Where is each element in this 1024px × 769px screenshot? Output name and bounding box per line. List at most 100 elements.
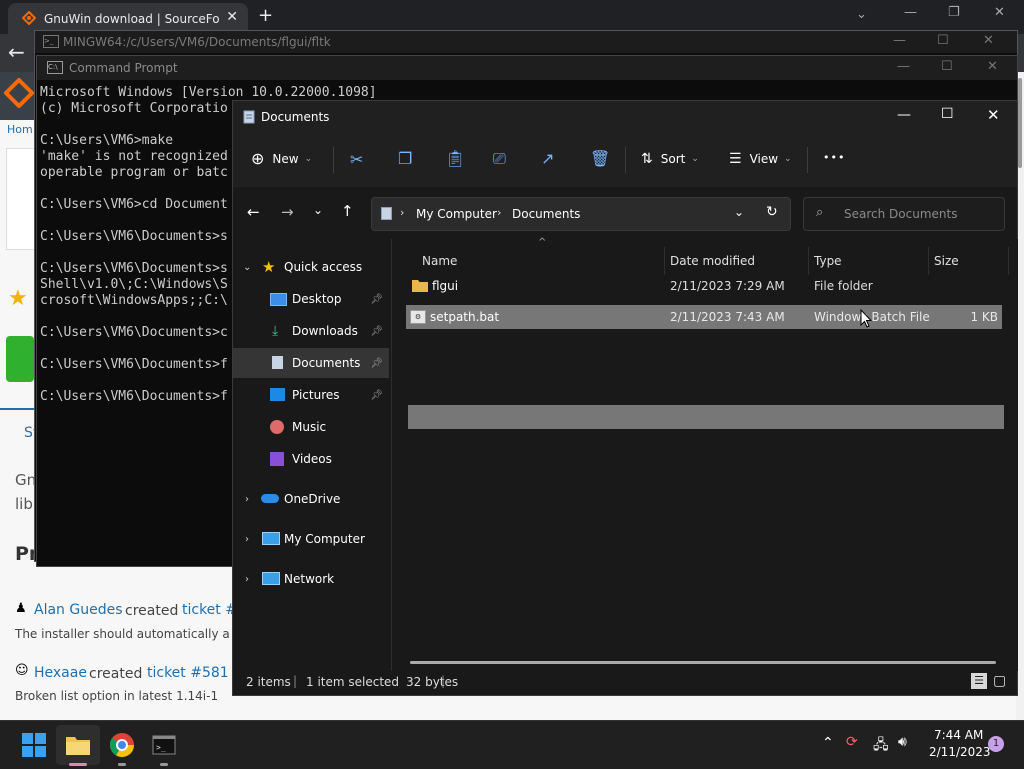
nav-back-icon[interactable]: ← <box>247 203 260 221</box>
address-dropdown-icon[interactable]: ⌄ <box>734 205 744 219</box>
expand-chevron-icon[interactable]: › <box>245 534 249 545</box>
explorer-title-bar[interactable]: Documents — ☐ ✕ <box>233 101 1017 133</box>
ticket-link-1[interactable]: ticket # <box>182 602 237 618</box>
explorer-close-icon[interactable]: ✕ <box>987 106 1000 124</box>
ticket-link-2[interactable]: ticket #581 <box>147 665 229 681</box>
nav-onedrive[interactable]: › OneDrive <box>233 484 389 514</box>
new-button[interactable]: ⊕ New ⌄ <box>251 149 312 168</box>
terminal-icon[interactable]: >_ <box>150 731 178 759</box>
browser-tab-search-icon[interactable]: ⌄ <box>856 7 867 22</box>
column-label: Type <box>814 254 842 268</box>
column-label: Size <box>934 254 959 268</box>
nav-up-icon[interactable]: ↑ <box>341 202 354 220</box>
status-separator: | <box>293 674 298 688</box>
windows-start-icon[interactable] <box>20 731 48 759</box>
user-avatar-icon: ♟ <box>15 601 27 616</box>
notification-badge[interactable]: 1 <box>988 736 1004 752</box>
horizontal-scrollbar[interactable] <box>410 661 996 664</box>
expand-chevron-icon[interactable]: › <box>245 494 249 505</box>
share-icon[interactable]: ↗ <box>541 149 554 168</box>
breadcrumb-home[interactable]: Hom <box>7 123 33 136</box>
nav-my-computer[interactable]: › My Computer <box>233 524 389 554</box>
refresh-icon[interactable]: ↻ <box>766 204 778 220</box>
download-button[interactable] <box>6 336 34 382</box>
explorer-maximize-icon[interactable]: ☐ <box>941 106 954 122</box>
pin-icon: 📌︎ <box>370 357 383 369</box>
toolbar-separator <box>333 147 334 173</box>
nav-videos[interactable]: Videos <box>233 444 389 474</box>
sourceforge-logo-icon <box>4 78 34 108</box>
nav-quick-access[interactable]: ⌄ ★ Quick access <box>233 252 389 282</box>
cmd-minimize-icon[interactable]: — <box>897 59 910 74</box>
page-scrollbar-thumb[interactable] <box>1018 78 1022 168</box>
details-view-icon[interactable]: ☰ <box>971 673 987 689</box>
nav-forward-icon[interactable]: → <box>281 203 294 221</box>
cmd-title-bar[interactable]: C:\ Command Prompt — ☐ ✕ <box>37 56 1017 80</box>
breadcrumb-documents[interactable]: Documents <box>512 207 580 221</box>
show-hidden-icons-icon[interactable]: ⌃ <box>822 735 834 751</box>
browser-restore-icon[interactable]: ❐ <box>948 5 960 20</box>
nav-documents[interactable]: Documents 📌︎ <box>233 348 389 378</box>
user-link-1[interactable]: Alan Guedes <box>34 602 123 618</box>
search-box[interactable]: ⌕ Search Documents <box>803 197 1005 231</box>
videos-icon <box>270 452 284 466</box>
mingw-minimize-icon[interactable]: — <box>893 33 906 48</box>
volume-icon[interactable]: 🔊︎ <box>898 734 907 750</box>
back-arrow-icon[interactable]: ← <box>8 40 25 64</box>
view-button[interactable]: ☰ View ⌄ <box>729 151 792 167</box>
column-header-name[interactable]: Name <box>422 247 665 275</box>
recent-locations-icon[interactable]: ⌄ <box>313 203 323 217</box>
nav-network[interactable]: › Network <box>233 564 389 594</box>
file-list: ^ Name Date modified Type Size flgui 2/1… <box>391 237 1018 671</box>
delete-icon[interactable]: 🗑︎ <box>590 149 610 168</box>
sort-button[interactable]: ⇅ Sort ⌄ <box>641 151 699 167</box>
file-row-flgui[interactable]: flgui 2/11/2023 7:29 AM File folder <box>408 274 1004 298</box>
sync-alert-icon[interactable]: ⟳ <box>846 734 858 750</box>
nav-music[interactable]: Music <box>233 412 389 442</box>
tab-close-icon[interactable]: ✕ <box>226 9 238 25</box>
cut-icon[interactable]: ✂ <box>350 150 363 169</box>
running-indicator <box>160 763 168 766</box>
chevron-down-icon: ⌄ <box>304 153 313 164</box>
breadcrumb-chevron-icon: › <box>400 206 405 219</box>
column-header-date[interactable]: Date modified <box>670 247 809 275</box>
tiles-view-icon[interactable]: ▢ <box>993 673 1006 689</box>
file-explorer-icon[interactable] <box>64 731 92 759</box>
file-row-setpath-bat[interactable]: ⚙ setpath.bat 2/11/2023 7:43 AM Windows … <box>406 305 1002 329</box>
address-bar[interactable]: › My Computer › Documents ⌄ ↻ <box>371 197 791 231</box>
explorer-minimize-icon[interactable]: — <box>897 107 911 123</box>
nav-downloads[interactable]: ⤓ Downloads 📌︎ <box>233 316 389 346</box>
star-icon: ★ <box>262 258 276 276</box>
activity-desc-1: The installer should automatically a <box>15 627 230 641</box>
new-tab-button[interactable]: + <box>258 5 273 26</box>
file-row-setpath[interactable] <box>408 405 1004 429</box>
breadcrumb-my-computer[interactable]: My Computer <box>416 207 497 221</box>
nav-pictures[interactable]: Pictures 📌︎ <box>233 380 389 410</box>
more-options-icon[interactable]: ••• <box>823 151 845 164</box>
browser-minimize-icon[interactable]: — <box>904 5 917 20</box>
browser-close-icon[interactable]: ✕ <box>994 5 1005 20</box>
copy-icon[interactable]: ❐ <box>398 149 412 168</box>
expand-chevron-icon[interactable]: › <box>245 574 249 585</box>
network-icon <box>262 572 280 585</box>
column-header-type[interactable]: Type <box>814 247 929 275</box>
expand-chevron-icon[interactable]: ⌄ <box>243 262 251 273</box>
page-text-1: Gn <box>15 471 37 489</box>
nav-label: Pictures <box>292 388 340 402</box>
taskbar-time[interactable]: 7:44 AM <box>934 728 983 742</box>
user-link-2[interactable]: Hexaae <box>34 665 87 681</box>
cmd-maximize-icon[interactable]: ☐ <box>941 59 953 74</box>
taskbar-date[interactable]: 2/11/2023 <box>929 745 991 759</box>
mingw-maximize-icon[interactable]: ☐ <box>937 33 949 48</box>
folder-icon <box>412 280 428 292</box>
mingw-title-bar[interactable]: >_ MINGW64:/c/Users/VM6/Documents/flgui/… <box>35 31 1017 53</box>
chrome-icon[interactable] <box>108 731 136 759</box>
cmd-close-icon[interactable]: ✕ <box>987 59 998 74</box>
mingw-close-icon[interactable]: ✕ <box>983 33 994 48</box>
column-header-size[interactable]: Size <box>934 247 1009 275</box>
network-icon[interactable]: 🖧︎ <box>873 734 889 758</box>
paste-icon[interactable]: 📋︎ <box>445 149 465 168</box>
rename-icon[interactable]: ⎚ <box>493 149 506 169</box>
nav-desktop[interactable]: Desktop 📌︎ <box>233 284 389 314</box>
file-explorer-window[interactable]: Documents — ☐ ✕ ⊕ New ⌄ ✂ ❐ 📋︎ ⎚ ↗ 🗑︎ ⇅ … <box>232 100 1018 696</box>
